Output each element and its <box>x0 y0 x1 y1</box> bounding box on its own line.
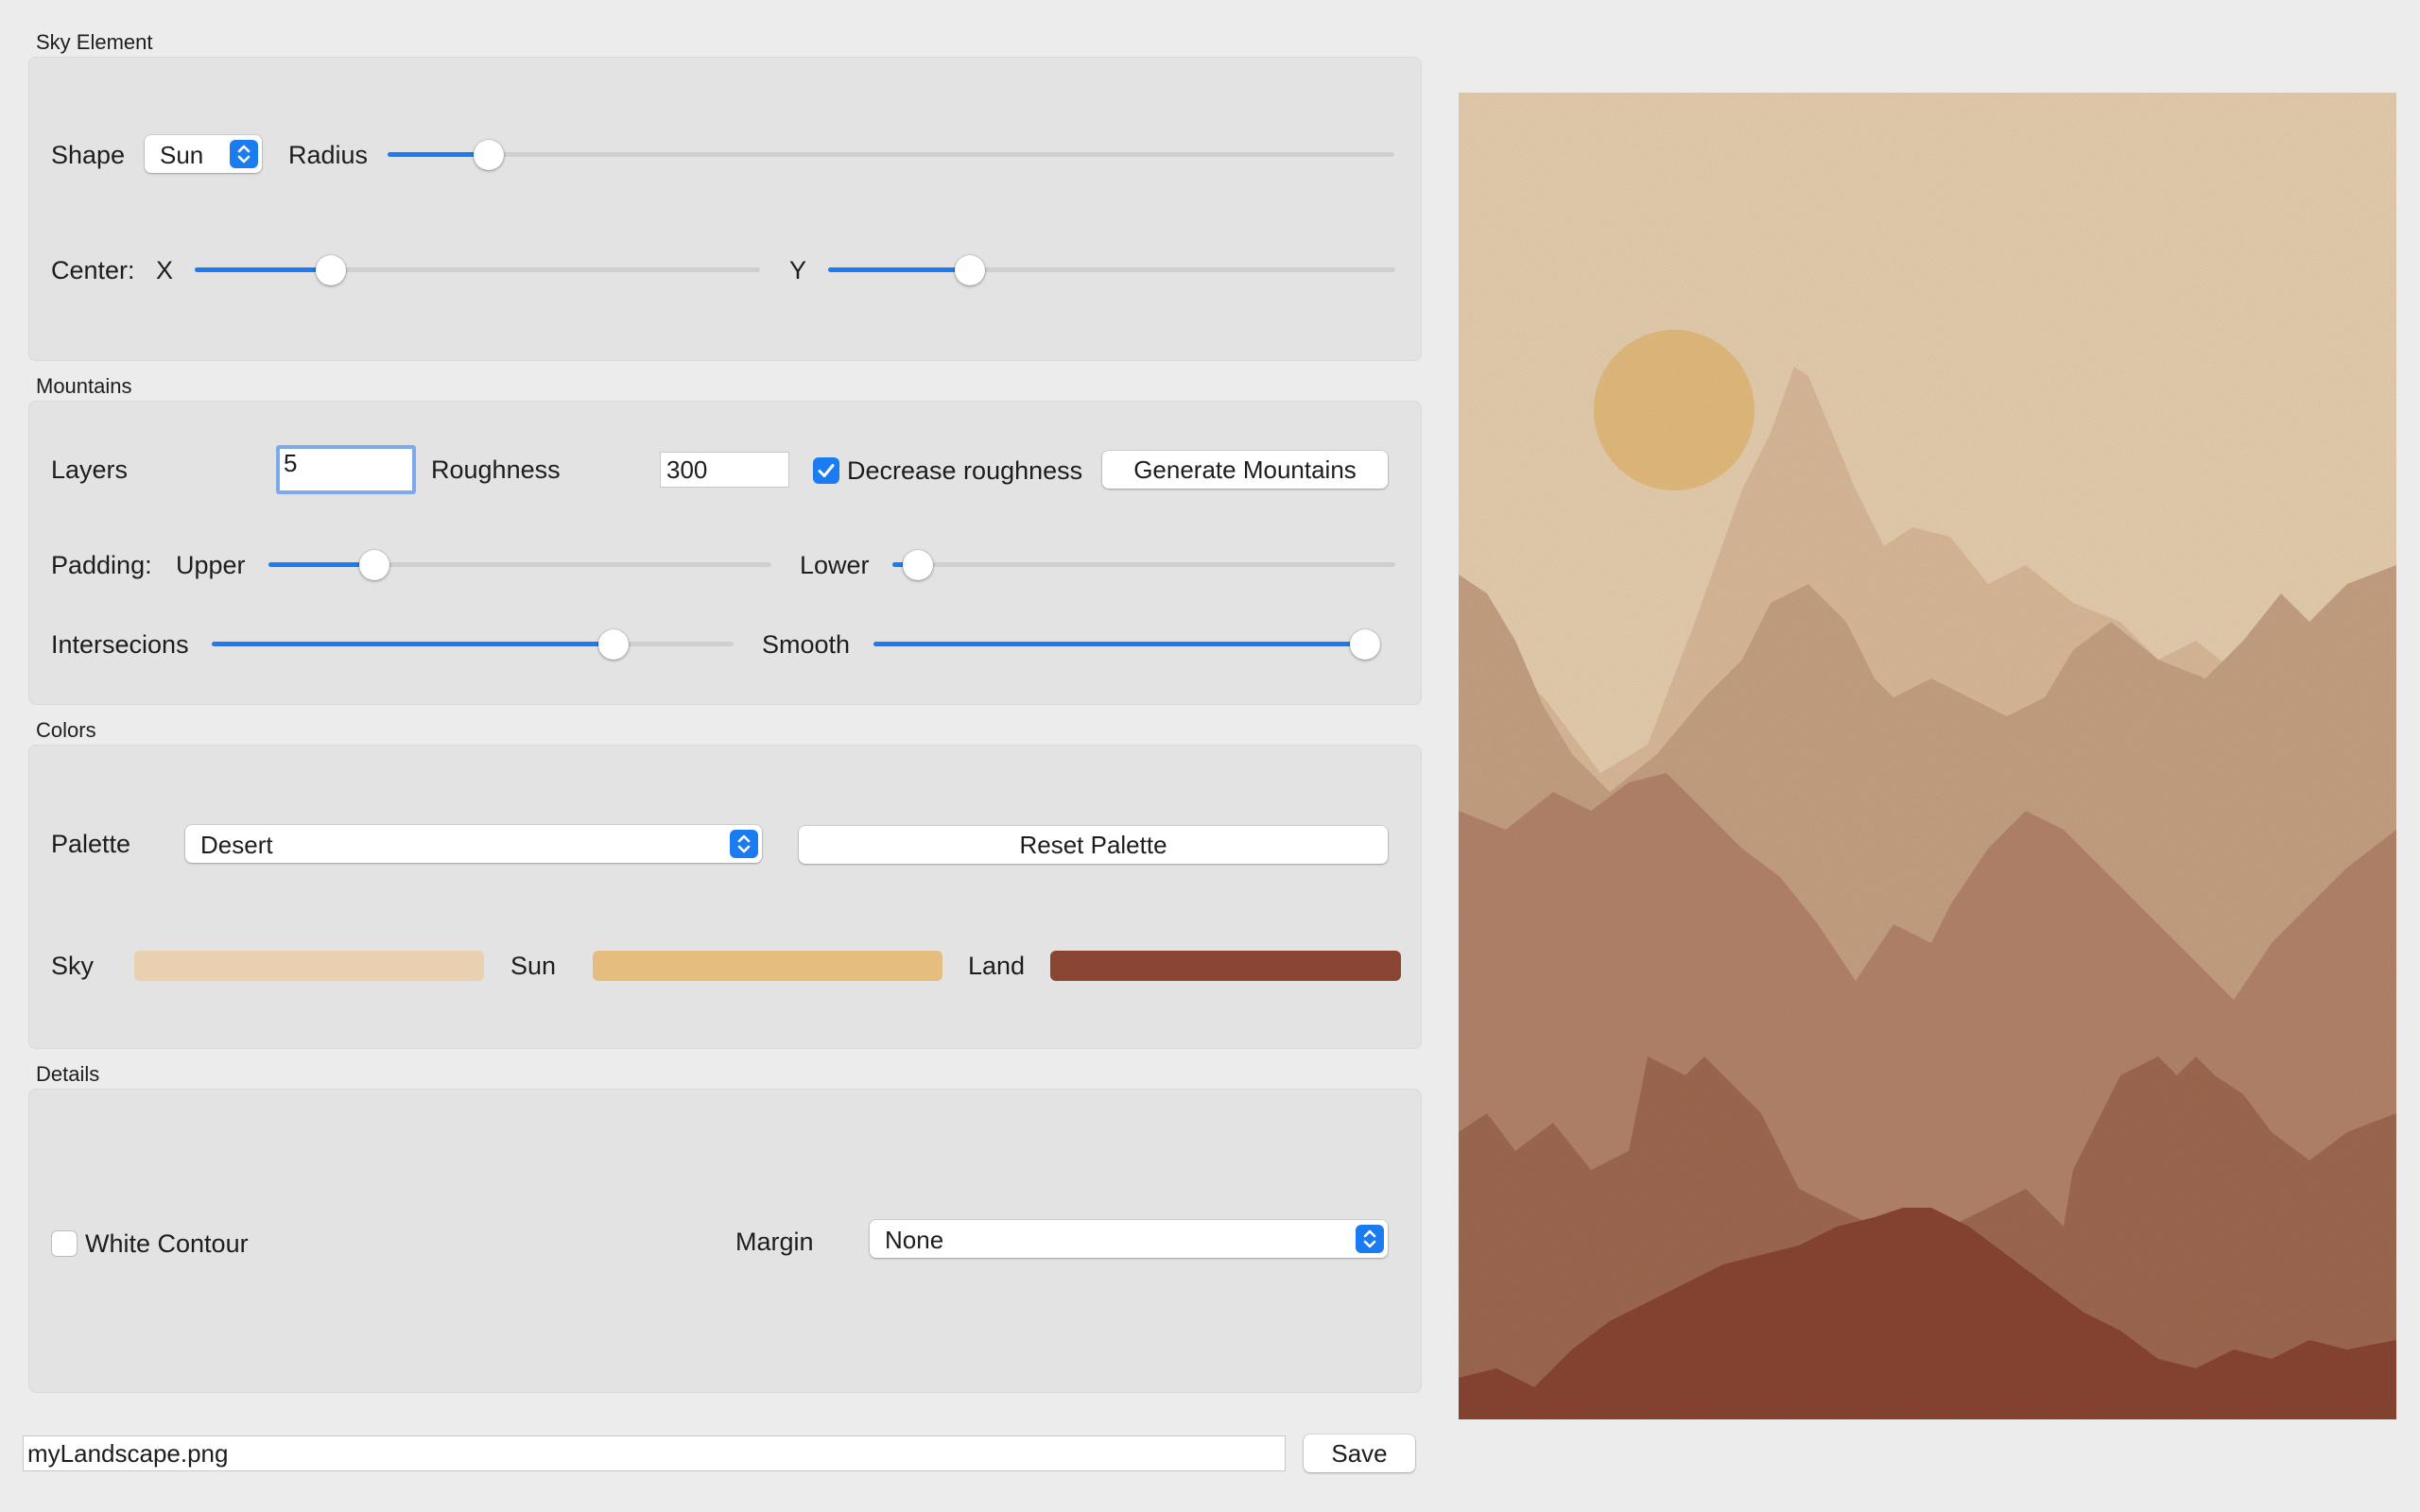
center-x-label: X <box>156 256 174 284</box>
intersections-slider-knob[interactable] <box>598 629 630 660</box>
roughness-label: Roughness <box>431 455 561 484</box>
reset-palette-button[interactable]: Reset Palette <box>799 826 1388 864</box>
smooth-label: Smooth <box>762 630 851 659</box>
center-y-slider[interactable] <box>828 255 1395 285</box>
shape-popup-value: Sun <box>160 141 204 169</box>
intersections-slider[interactable] <box>212 629 734 660</box>
padding-lower-slider[interactable] <box>892 550 1395 580</box>
save-button[interactable]: Save <box>1304 1435 1415 1472</box>
padding-upper-slider[interactable] <box>268 550 771 580</box>
palette-popup[interactable]: Desert <box>185 825 762 863</box>
sky-color-label: Sky <box>51 952 95 980</box>
smooth-slider-knob[interactable] <box>1350 629 1380 660</box>
colors-group <box>28 745 1422 1049</box>
chevron-updown-icon <box>1356 1225 1384 1253</box>
sky-color-well[interactable] <box>134 951 484 981</box>
padding-upper-slider-knob[interactable] <box>358 550 389 580</box>
roughness-field[interactable]: 300 <box>660 452 789 488</box>
texture-overlay <box>1459 93 2396 1419</box>
radius-slider[interactable] <box>388 140 1394 170</box>
checkmark-icon <box>818 464 835 477</box>
white-contour-checkbox[interactable] <box>51 1230 78 1257</box>
decrease-roughness-checkbox[interactable] <box>813 457 839 484</box>
center-y-label: Y <box>789 256 807 284</box>
details-section-title: Details <box>36 1062 100 1086</box>
center-x-slider[interactable] <box>195 255 760 285</box>
sun-color-label: Sun <box>510 952 557 980</box>
center-y-slider-knob[interactable] <box>955 255 985 285</box>
palette-popup-value: Desert <box>200 831 273 859</box>
mountains-section-title: Mountains <box>36 374 132 398</box>
sky-element-section-title: Sky Element <box>36 30 153 54</box>
chevron-updown-icon <box>230 140 258 168</box>
shape-popup[interactable]: Sun <box>145 135 262 173</box>
smooth-slider[interactable] <box>873 629 1380 660</box>
radius-label: Radius <box>288 141 369 169</box>
intersections-label: Intersecions <box>51 630 189 659</box>
layers-field[interactable]: 5 <box>276 445 416 494</box>
margin-popup[interactable]: None <box>870 1220 1388 1258</box>
radius-slider-knob[interactable] <box>473 140 504 170</box>
land-color-well[interactable] <box>1050 951 1401 981</box>
land-color-label: Land <box>968 952 1026 980</box>
white-contour-label: White Contour <box>85 1229 249 1258</box>
colors-section-title: Colors <box>36 718 96 742</box>
padding-lower-label: Lower <box>800 551 870 579</box>
chevron-updown-icon <box>730 830 758 858</box>
center-label: Center: <box>51 256 135 284</box>
padding-lower-slider-knob[interactable] <box>902 550 933 580</box>
center-x-slider-knob[interactable] <box>315 255 346 285</box>
landscape-preview-image <box>1459 93 2396 1419</box>
margin-label: Margin <box>735 1228 814 1256</box>
sky-element-group <box>28 57 1422 361</box>
margin-popup-value: None <box>885 1226 944 1254</box>
sun-color-well[interactable] <box>593 951 942 981</box>
generate-mountains-button[interactable]: Generate Mountains <box>1102 451 1388 489</box>
filename-field[interactable]: myLandscape.png <box>23 1435 1286 1471</box>
palette-label: Palette <box>51 830 131 858</box>
layers-label: Layers <box>51 455 129 484</box>
shape-label: Shape <box>51 141 126 169</box>
padding-upper-label: Upper <box>176 551 246 579</box>
decrease-roughness-label: Decrease roughness <box>847 456 1083 485</box>
padding-label: Padding: <box>51 551 152 579</box>
